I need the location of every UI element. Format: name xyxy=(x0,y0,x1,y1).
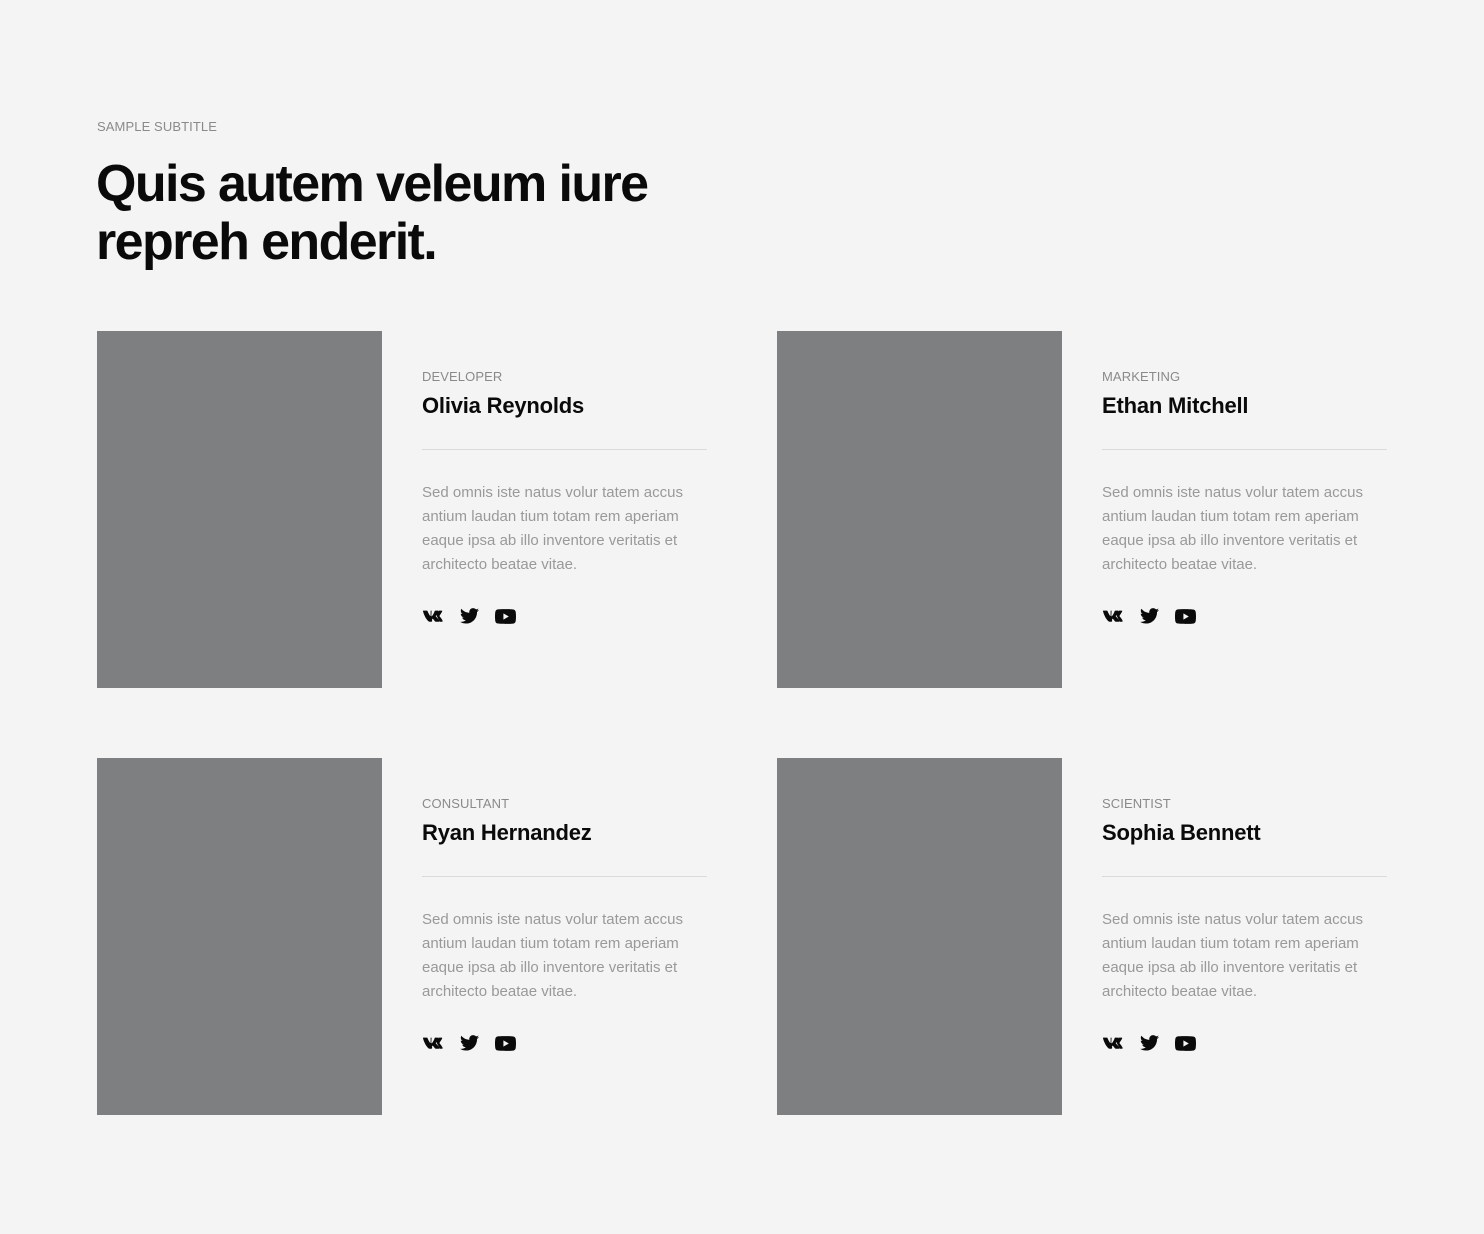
twitter-icon[interactable] xyxy=(1138,607,1160,625)
divider xyxy=(422,876,707,877)
member-name: Ryan Hernandez xyxy=(422,820,592,845)
member-name: Sophia Bennett xyxy=(1102,820,1261,845)
member-role: SCIENTIST xyxy=(1102,796,1171,811)
divider xyxy=(422,449,707,450)
section-subtitle: SAMPLE SUBTITLE xyxy=(97,119,217,134)
member-photo xyxy=(97,758,382,1115)
divider xyxy=(1102,449,1387,450)
member-name: Olivia Reynolds xyxy=(422,393,585,418)
youtube-icon[interactable] xyxy=(494,607,516,625)
vk-icon[interactable] xyxy=(422,607,444,625)
member-photo xyxy=(777,758,1062,1115)
member-role: CONSULTANT xyxy=(422,796,510,811)
twitter-icon[interactable] xyxy=(458,607,480,625)
member-photo xyxy=(777,331,1062,688)
member-bio: Sed omnis iste natus volur tatem accus a… xyxy=(422,484,683,573)
twitter-icon[interactable] xyxy=(1138,1034,1160,1052)
vk-icon[interactable] xyxy=(1102,607,1124,625)
social-links xyxy=(1102,607,1196,625)
youtube-icon[interactable] xyxy=(494,1034,516,1052)
social-links xyxy=(422,607,516,625)
team-card: CONSULTANT Ryan Hernandez Sed omnis iste… xyxy=(97,758,707,1115)
member-role: DEVELOPER xyxy=(422,369,503,384)
member-photo xyxy=(97,331,382,688)
social-links xyxy=(1102,1034,1196,1052)
youtube-icon[interactable] xyxy=(1174,1034,1196,1052)
twitter-icon[interactable] xyxy=(458,1034,480,1052)
section-title: Quis autem veleum iure repreh enderit. xyxy=(96,155,649,271)
social-links xyxy=(422,1034,516,1052)
member-name: Ethan Mitchell xyxy=(1102,393,1249,418)
member-bio: Sed omnis iste natus volur tatem accus a… xyxy=(1102,484,1363,573)
team-card: MARKETING Ethan Mitchell Sed omnis iste … xyxy=(777,331,1387,688)
team-card: SCIENTIST Sophia Bennett Sed omnis iste … xyxy=(777,758,1387,1115)
member-bio: Sed omnis iste natus volur tatem accus a… xyxy=(1102,911,1363,1000)
member-bio: Sed omnis iste natus volur tatem accus a… xyxy=(422,911,683,1000)
divider xyxy=(1102,876,1387,877)
member-role: MARKETING xyxy=(1102,369,1181,384)
vk-icon[interactable] xyxy=(422,1034,444,1052)
youtube-icon[interactable] xyxy=(1174,607,1196,625)
vk-icon[interactable] xyxy=(1102,1034,1124,1052)
team-section: SAMPLE SUBTITLE Quis autem veleum iure r… xyxy=(0,0,1484,1234)
team-card: DEVELOPER Olivia Reynolds Sed omnis iste… xyxy=(97,331,707,688)
